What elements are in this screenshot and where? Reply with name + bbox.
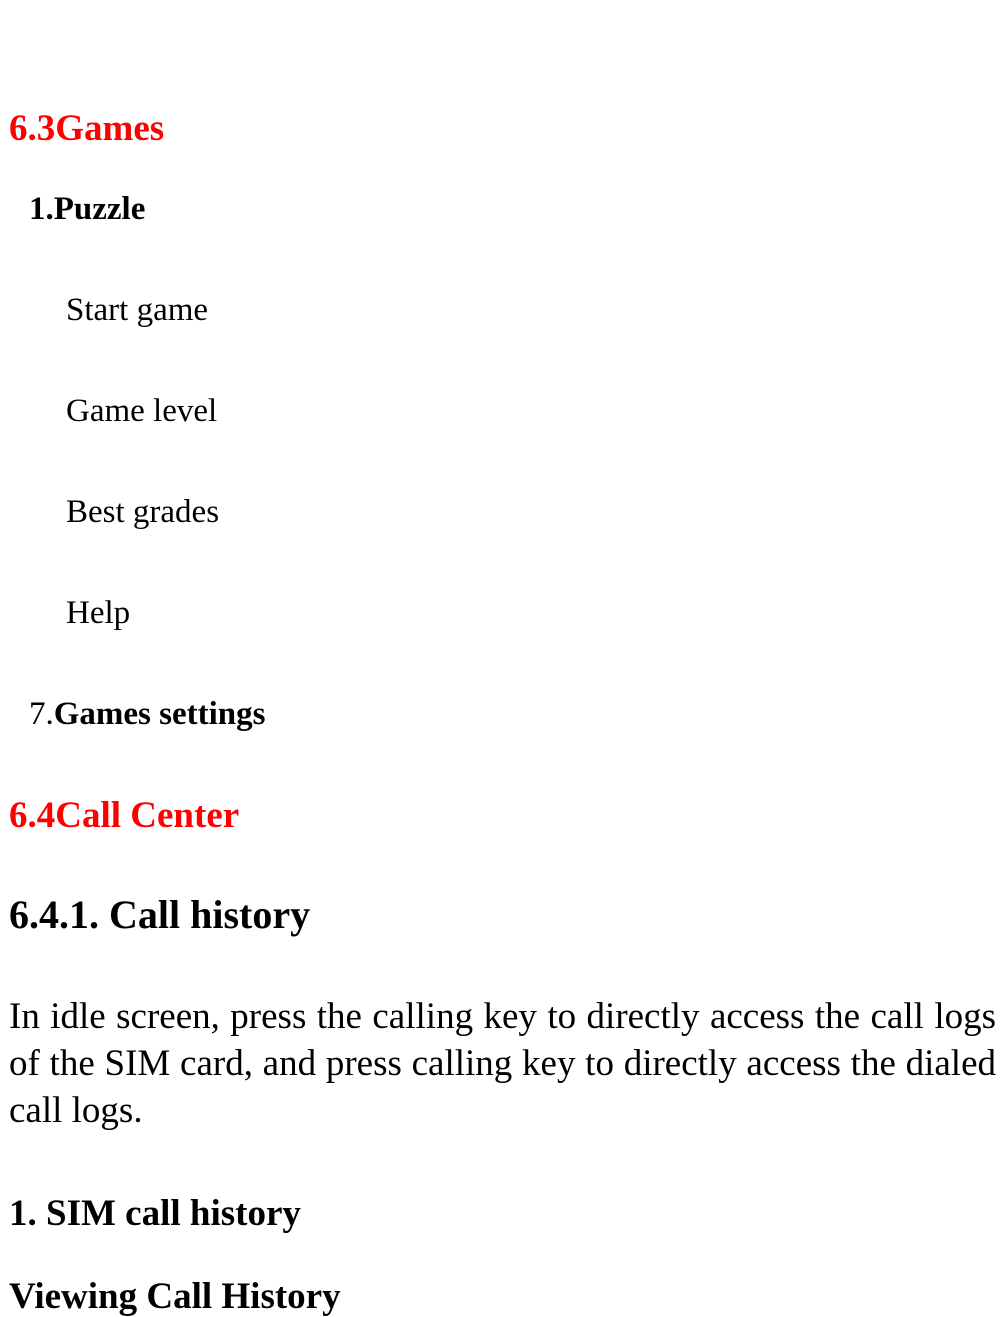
subheading-viewing-call-history: Viewing Call History <box>9 1276 341 1317</box>
section-heading-call-history: 6.4.1. Call history <box>9 892 311 937</box>
list-item-game-level: Game level <box>66 393 218 429</box>
list-item-start-game: Start game <box>66 292 209 328</box>
list-item-help: Help <box>66 595 131 631</box>
section-heading-games: 6.3Games <box>9 108 165 149</box>
subheading-sim-call-history: 1. SIM call history <box>9 1193 301 1234</box>
games-settings-title: Games settings <box>53 696 266 732</box>
games-settings-number: 7. <box>29 696 54 732</box>
section-heading-call-center: 6.4Call Center <box>9 795 240 836</box>
list-item-best-grades: Best grades <box>66 494 220 530</box>
call-history-paragraph: In idle screen, press the calling key to… <box>9 996 996 1131</box>
subheading-puzzle: 1.Puzzle <box>29 191 146 227</box>
subheading-games-settings: 7.Games settings <box>29 698 265 731</box>
